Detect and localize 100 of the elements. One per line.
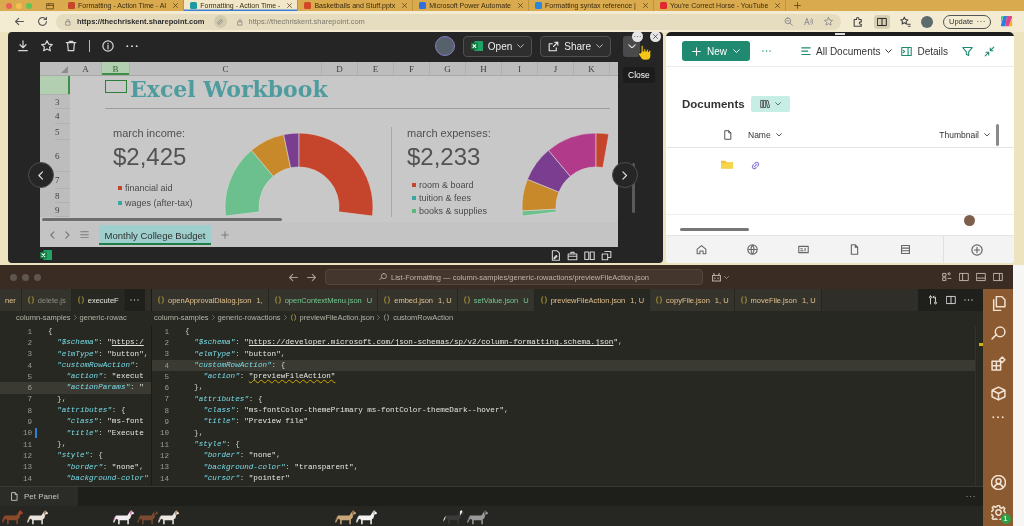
account-icon[interactable] (990, 475, 1006, 490)
scrollbar-thumb[interactable] (996, 123, 999, 146)
column-header[interactable]: Name (748, 129, 782, 140)
home-icon[interactable] (696, 244, 707, 255)
close-icon[interactable] (775, 3, 781, 8)
more-icon (634, 35, 641, 38)
windows-icon[interactable] (601, 249, 612, 261)
chevron-left-icon[interactable] (50, 230, 55, 239)
column-header[interactable]: K (574, 62, 610, 75)
horse-icon (113, 510, 134, 525)
file-icon[interactable] (849, 244, 860, 255)
dismiss-button[interactable] (650, 31, 661, 42)
drag-handle[interactable] (835, 33, 845, 35)
column-header[interactable]: F (394, 62, 430, 75)
back-icon[interactable] (288, 271, 299, 283)
link-icon[interactable] (750, 160, 761, 171)
star-icon[interactable] (824, 17, 833, 26)
column-header[interactable]: I (502, 62, 538, 75)
robot-icon (711, 271, 722, 283)
colorful-logo-icon[interactable] (1001, 16, 1014, 27)
chevron-down-icon (724, 275, 729, 279)
search-icon[interactable] (990, 326, 1006, 341)
globe-icon[interactable] (747, 244, 758, 255)
close-icon[interactable] (517, 3, 523, 8)
spreadsheet-icon (40, 249, 52, 261)
files-icon[interactable] (990, 296, 1006, 311)
close-icon[interactable] (402, 3, 408, 8)
scrollbar-thumb[interactable] (42, 218, 282, 221)
column-header[interactable]: G (430, 62, 466, 75)
back-icon[interactable] (14, 16, 25, 27)
document-icon[interactable] (550, 249, 561, 261)
active-cell-outline (105, 80, 127, 93)
stack-icon[interactable] (900, 244, 911, 255)
row-header[interactable]: 4 (55, 109, 70, 124)
column-header[interactable]: C (130, 62, 322, 75)
reload-icon[interactable] (37, 16, 48, 27)
row-header[interactable]: 8 (55, 189, 70, 203)
close-icon[interactable] (287, 3, 293, 8)
column-header[interactable]: E (358, 62, 394, 75)
open-button[interactable]: Open (462, 35, 533, 57)
download-icon[interactable] (17, 40, 29, 52)
split-screen-icon[interactable] (874, 14, 890, 29)
panel-right-icon[interactable] (993, 272, 1003, 282)
row-header[interactable]: 3 (55, 95, 70, 109)
chevron-right-icon[interactable] (64, 230, 70, 239)
previous-button[interactable] (28, 162, 54, 188)
collapse-icon[interactable] (984, 45, 996, 57)
column-header[interactable]: D (322, 62, 358, 75)
sheet-tab[interactable]: Monthly College Budget (98, 224, 212, 245)
puzzle-icon[interactable] (853, 16, 864, 27)
close-icon[interactable] (173, 3, 179, 8)
row-header[interactable]: 6 (55, 140, 70, 172)
view-dropdown[interactable] (750, 95, 790, 112)
briefcase-icon[interactable] (567, 249, 578, 261)
card-icon[interactable] (798, 244, 809, 255)
close-icon[interactable] (642, 3, 648, 8)
layout-icon[interactable] (942, 272, 952, 282)
legend-label: financial aid (125, 182, 173, 193)
new-button[interactable]: New (682, 41, 750, 61)
favorites-icon[interactable] (900, 16, 911, 27)
tab-actions-icon[interactable] (46, 1, 54, 10)
close-icon (653, 34, 658, 39)
row-header[interactable]: 5 (55, 124, 70, 140)
chat-button[interactable] (711, 271, 729, 283)
horse-icon (356, 510, 377, 525)
panel-tab[interactable]: Pet Panel (0, 487, 78, 506)
trash-icon[interactable] (65, 40, 77, 52)
chevron-down-icon (596, 43, 603, 49)
panel-left-icon[interactable] (959, 272, 969, 282)
add-icon[interactable] (971, 243, 983, 256)
column-header[interactable]: J (538, 62, 574, 75)
library-heading: Documents (682, 97, 745, 110)
column-header[interactable]: B (102, 62, 130, 75)
new-tab-icon[interactable] (794, 2, 802, 9)
horse-icon (443, 510, 464, 525)
column-header[interactable]: H (466, 62, 502, 75)
settings-icon[interactable] (990, 505, 1006, 520)
row-header[interactable] (40, 76, 70, 95)
row-header[interactable]: 9 (55, 203, 70, 217)
split-editor-icon[interactable] (946, 295, 956, 305)
cube-icon[interactable] (990, 386, 1006, 401)
more-button[interactable] (632, 31, 643, 42)
details-button[interactable]: Details (901, 45, 949, 57)
horse-icon (158, 510, 179, 525)
view-selector[interactable]: All Documents (801, 45, 893, 57)
column-header[interactable]: Thumbnail (939, 129, 990, 140)
panel-bottom-icon[interactable] (976, 272, 986, 282)
compare-icon[interactable] (928, 295, 938, 305)
filter-icon[interactable] (962, 45, 974, 57)
extensions-icon[interactable] (990, 356, 1006, 371)
info-icon[interactable] (102, 40, 114, 52)
legend-label: room & board (419, 179, 474, 190)
user-avatar[interactable] (434, 36, 455, 56)
row-header[interactable]: 7 (55, 172, 70, 189)
user-avatar[interactable] (921, 15, 933, 28)
book-icon[interactable] (584, 249, 595, 261)
forward-icon[interactable] (306, 271, 317, 283)
scrollbar-thumb[interactable] (680, 227, 749, 231)
braces-icon (383, 296, 392, 304)
share-button[interactable]: Share (540, 35, 611, 57)
